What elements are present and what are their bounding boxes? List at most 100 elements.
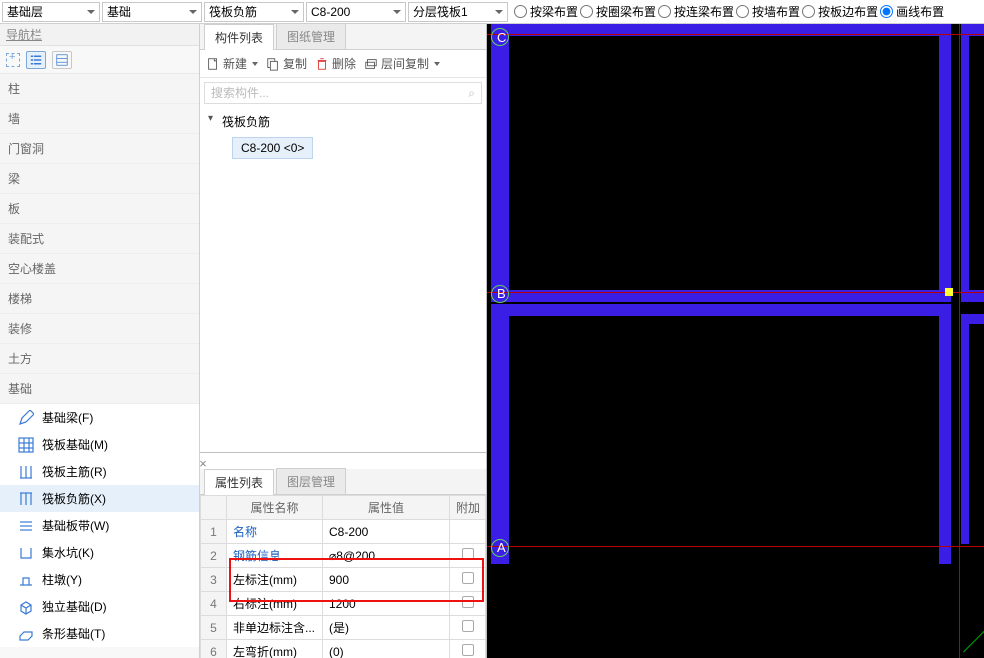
layer-copy-button[interactable]: 层间复制 bbox=[364, 55, 440, 72]
navigator-title: 导航栏 bbox=[0, 24, 199, 46]
navigator-groups[interactable]: 柱墙门窗洞梁板装配式空心楼盖楼梯装修土方基础基础梁(F)筏板基础(M)筏板主筋(… bbox=[0, 74, 199, 658]
search-box[interactable]: ⌕ bbox=[204, 82, 482, 104]
nav-item[interactable]: 筏板主筋(R) bbox=[0, 458, 199, 485]
pedestal-icon bbox=[18, 572, 34, 588]
search-input[interactable] bbox=[211, 86, 468, 100]
grid-view-icon[interactable] bbox=[52, 51, 72, 69]
radio-option[interactable]: 按墙布置 bbox=[736, 3, 800, 20]
property-row[interactable]: 6左弯折(mm)(0) bbox=[201, 640, 486, 658]
nav-item[interactable]: 独立基础(D) bbox=[0, 593, 199, 620]
main-area: 导航栏 柱墙门窗洞梁板装配式空心楼盖楼梯装修土方基础基础梁(F)筏板基础(M)筏… bbox=[0, 24, 984, 658]
checkbox-icon[interactable] bbox=[462, 572, 474, 584]
combo-selector[interactable]: 筏板负筋 bbox=[204, 2, 304, 22]
delete-button[interactable]: 删除 bbox=[315, 55, 356, 72]
tab-property-list[interactable]: 属性列表 bbox=[204, 469, 274, 495]
nav-group[interactable]: 装配式 bbox=[0, 224, 199, 254]
col-name: 属性名称 bbox=[227, 496, 323, 520]
middle-panels: × 构件列表 图纸管理 新建 复制 删除 层间复制 ⌕ 筏板负筋 C8-200 … bbox=[200, 24, 487, 658]
checkbox-icon[interactable] bbox=[462, 596, 474, 608]
nav-group[interactable]: 空心楼盖 bbox=[0, 254, 199, 284]
caret-down-icon bbox=[393, 10, 401, 14]
col-extra: 附加 bbox=[450, 496, 486, 520]
component-list-panel: × 构件列表 图纸管理 新建 复制 删除 层间复制 ⌕ 筏板负筋 C8-200 … bbox=[200, 24, 486, 453]
tab-layer-manage[interactable]: 图层管理 bbox=[276, 468, 346, 494]
search-icon[interactable]: ⌕ bbox=[468, 86, 475, 101]
property-list-panel: × 属性列表 图层管理 属性名称 属性值 附加 1名称C8-2002钢筋信息⌀8… bbox=[200, 453, 486, 658]
col-value: 属性值 bbox=[323, 496, 450, 520]
cube-icon bbox=[18, 599, 34, 615]
radio-option[interactable]: 画线布置 bbox=[880, 3, 944, 20]
combo-selector[interactable]: C8-200 bbox=[306, 2, 406, 22]
tab-drawing-manage[interactable]: 图纸管理 bbox=[276, 23, 346, 49]
caret-down-icon bbox=[189, 10, 197, 14]
caret-down-icon bbox=[291, 10, 299, 14]
nav-group[interactable]: 墙 bbox=[0, 104, 199, 134]
caret-down-icon bbox=[495, 10, 503, 14]
combo-selector[interactable]: 基础 bbox=[102, 2, 202, 22]
nav-group[interactable]: 柱 bbox=[0, 74, 199, 104]
radio-option[interactable]: 按圈梁布置 bbox=[580, 3, 656, 20]
axis-label-b: B bbox=[497, 286, 506, 301]
radio-option[interactable]: 按梁布置 bbox=[514, 3, 578, 20]
property-list-tabs: 属性列表 图层管理 bbox=[200, 469, 486, 495]
axis-label-c: C bbox=[497, 30, 506, 45]
nav-group[interactable]: 门窗洞 bbox=[0, 134, 199, 164]
add-category-icon[interactable] bbox=[6, 53, 20, 67]
u-shape-icon bbox=[18, 545, 34, 561]
drawing-canvas[interactable]: C B A bbox=[487, 24, 984, 658]
navigator-toolbar bbox=[0, 46, 199, 74]
nav-group[interactable]: 板 bbox=[0, 194, 199, 224]
combo-selector[interactable]: 分层筏板1 bbox=[408, 2, 508, 22]
property-row[interactable]: 1名称C8-200 bbox=[201, 520, 486, 544]
checkbox-icon[interactable] bbox=[462, 548, 474, 560]
list-view-icon[interactable] bbox=[26, 51, 46, 69]
property-row[interactable]: 4右标注(mm)1200 bbox=[201, 592, 486, 616]
tree-item[interactable]: C8-200 <0> bbox=[232, 137, 313, 159]
pencil-icon bbox=[18, 410, 34, 426]
slab-shape bbox=[961, 24, 984, 302]
grid-icon bbox=[18, 437, 34, 453]
slab-shape bbox=[961, 314, 984, 544]
nav-item[interactable]: 筏板负筋(X) bbox=[0, 485, 199, 512]
slab-shape bbox=[491, 24, 951, 302]
hash-down-icon bbox=[18, 464, 34, 480]
caret-down-icon bbox=[87, 10, 95, 14]
component-list-tabs: 构件列表 图纸管理 bbox=[200, 24, 486, 50]
grid-line bbox=[487, 292, 984, 293]
component-tree[interactable]: 筏板负筋 C8-200 <0> bbox=[200, 104, 486, 165]
nav-item[interactable]: 筏板基础(M) bbox=[0, 431, 199, 458]
checkbox-icon[interactable] bbox=[462, 644, 474, 656]
radio-option[interactable]: 按连梁布置 bbox=[658, 3, 734, 20]
nav-group[interactable]: 楼梯 bbox=[0, 284, 199, 314]
nav-group[interactable]: 装修 bbox=[0, 314, 199, 344]
property-grid[interactable]: 属性名称 属性值 附加 1名称C8-2002钢筋信息⌀8@2003左标注(mm)… bbox=[200, 495, 486, 658]
nav-item[interactable]: 柱墩(Y) bbox=[0, 566, 199, 593]
checkbox-icon[interactable] bbox=[462, 620, 474, 632]
tree-root[interactable]: 筏板负筋 bbox=[204, 110, 482, 133]
nav-item[interactable]: 基础梁(F) bbox=[0, 404, 199, 431]
new-button[interactable]: 新建 bbox=[206, 55, 258, 72]
nav-group[interactable]: 土方 bbox=[0, 344, 199, 374]
component-toolbar: 新建 复制 删除 层间复制 bbox=[200, 50, 486, 78]
combo-selector[interactable]: 基础层 bbox=[2, 2, 100, 22]
property-row[interactable]: 5非单边标注含...(是) bbox=[201, 616, 486, 640]
diag-line bbox=[963, 624, 984, 653]
grid-line bbox=[959, 24, 960, 658]
rownum-header bbox=[201, 496, 227, 520]
nav-item[interactable]: 集水坑(K) bbox=[0, 539, 199, 566]
tab-component-list[interactable]: 构件列表 bbox=[204, 24, 274, 50]
top-toolbar: 基础层基础筏板负筋C8-200分层筏板1 按梁布置按圈梁布置按连梁布置按墙布置按板… bbox=[0, 0, 984, 24]
navigator-panel: 导航栏 柱墙门窗洞梁板装配式空心楼盖楼梯装修土方基础基础梁(F)筏板基础(M)筏… bbox=[0, 24, 200, 658]
layout-mode-radios: 按梁布置按圈梁布置按连梁布置按墙布置按板边布置画线布置 bbox=[514, 3, 944, 20]
nav-item[interactable]: 基础板带(W) bbox=[0, 512, 199, 539]
strip-icon bbox=[18, 626, 34, 642]
property-row[interactable]: 3左标注(mm)900 bbox=[201, 568, 486, 592]
radio-option[interactable]: 按板边布置 bbox=[802, 3, 878, 20]
nav-group[interactable]: 基础 bbox=[0, 374, 199, 404]
property-row[interactable]: 2钢筋信息⌀8@200 bbox=[201, 544, 486, 568]
yellow-marker bbox=[945, 288, 953, 296]
nav-item[interactable]: 条形基础(T) bbox=[0, 620, 199, 647]
copy-button[interactable]: 复制 bbox=[266, 55, 307, 72]
nav-group[interactable]: 梁 bbox=[0, 164, 199, 194]
caret-down-icon bbox=[252, 62, 258, 66]
